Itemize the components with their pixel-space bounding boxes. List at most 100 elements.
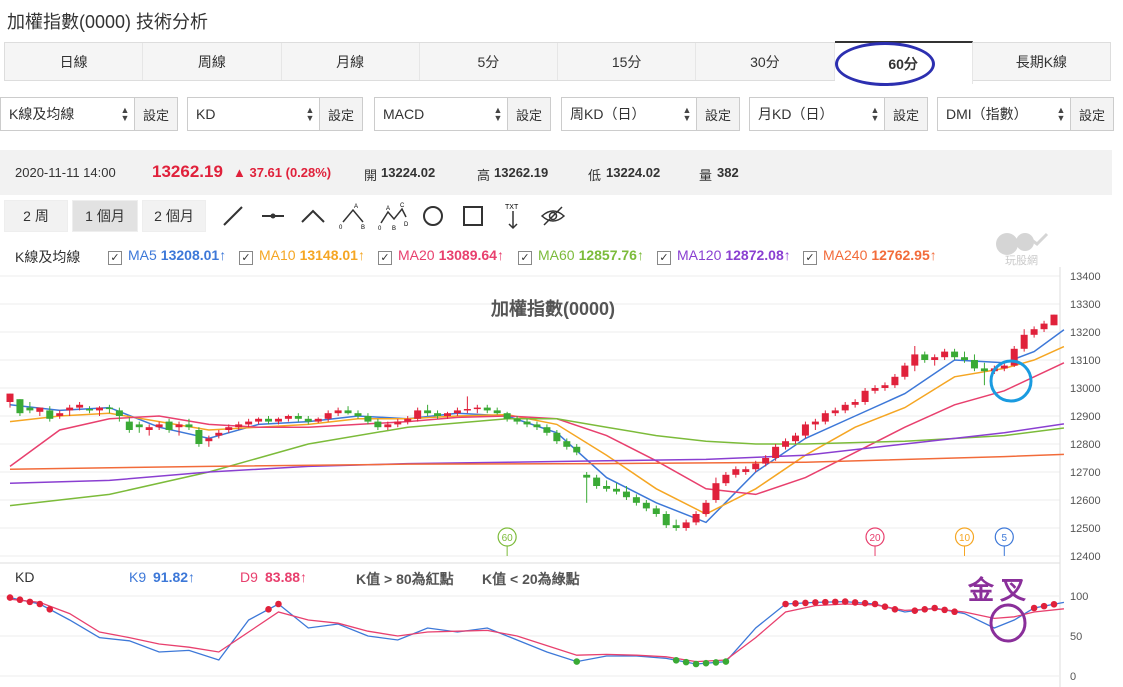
indicator-select-5[interactable]: DMI（指數） ▲ ▼ bbox=[937, 97, 1071, 131]
candle-body bbox=[374, 421, 382, 428]
line-tool-icon[interactable] bbox=[218, 202, 248, 230]
chart-title: 加權指數(0000) bbox=[490, 298, 615, 319]
kd-tick-label: 100 bbox=[1070, 591, 1088, 603]
svg-text:B: B bbox=[361, 225, 365, 230]
candle-body bbox=[294, 416, 302, 419]
candle-body bbox=[911, 354, 919, 366]
tab-3[interactable]: 5分 bbox=[420, 43, 558, 80]
tab-7[interactable]: 長期K線 bbox=[973, 43, 1110, 80]
kd-red-dot bbox=[911, 607, 919, 614]
checkbox-icon[interactable]: ✓ bbox=[803, 251, 817, 265]
candle-body bbox=[652, 508, 660, 514]
k9-label: K9 bbox=[129, 569, 147, 585]
kd-red-dot bbox=[1050, 600, 1058, 608]
select-value: KD bbox=[196, 106, 216, 122]
settings-button-1[interactable]: 設定 bbox=[319, 97, 363, 131]
tab-2[interactable]: 月線 bbox=[282, 43, 420, 80]
circle-tool-icon[interactable] bbox=[418, 202, 448, 230]
candle-body bbox=[791, 435, 799, 442]
candle-body bbox=[334, 410, 342, 414]
tab-0[interactable]: 日線 bbox=[5, 43, 144, 80]
candle-body bbox=[46, 410, 54, 419]
candle-body bbox=[583, 474, 591, 478]
kd-red-dot bbox=[921, 606, 929, 613]
candle-body bbox=[284, 416, 292, 419]
kd-red-dot bbox=[812, 599, 819, 606]
indicator-select-1[interactable]: KD ▲ ▼ bbox=[187, 97, 320, 131]
checkbox-icon[interactable]: ✓ bbox=[239, 251, 253, 265]
range-1-month[interactable]: 1 個月 bbox=[72, 200, 138, 232]
tab-4[interactable]: 15分 bbox=[558, 43, 697, 80]
candle-body bbox=[613, 488, 621, 492]
candle-body bbox=[961, 357, 969, 360]
watermark-text: 玩股網 bbox=[1005, 255, 1038, 267]
settings-button-4[interactable]: 設定 bbox=[884, 97, 928, 131]
candle-body bbox=[712, 483, 720, 500]
sort-arrows-icon: ▲ ▼ bbox=[1056, 105, 1066, 123]
candle-body bbox=[752, 463, 760, 470]
candle-body bbox=[732, 469, 740, 475]
ma-name: MA120 bbox=[677, 247, 722, 263]
settings-button-0[interactable]: 設定 bbox=[134, 97, 178, 131]
abc-pattern-icon[interactable]: A 0 B bbox=[338, 202, 368, 230]
rectangle-tool-icon[interactable] bbox=[458, 202, 488, 230]
kd-red-dot bbox=[881, 603, 889, 610]
checkbox-icon[interactable]: ✓ bbox=[108, 251, 122, 265]
ma-legend-item-ma60[interactable]: ✓ MA60 12857.76↑ bbox=[518, 247, 644, 265]
candle-body bbox=[354, 413, 362, 416]
settings-button-3[interactable]: 設定 bbox=[696, 97, 740, 131]
golden-cross-annotation: 金叉 bbox=[968, 576, 1033, 606]
abcd-pattern-icon[interactable]: A C 0 B D bbox=[378, 202, 408, 230]
candle-body bbox=[225, 427, 233, 430]
ma-legend-item-ma240[interactable]: ✓ MA240 12762.95↑ bbox=[803, 247, 937, 265]
kd-red-dot bbox=[891, 606, 899, 613]
candle-body bbox=[722, 474, 730, 484]
ma-legend-item-ma20[interactable]: ✓ MA20 13089.64↑ bbox=[378, 247, 504, 265]
candle-body bbox=[553, 432, 561, 442]
tab-5[interactable]: 30分 bbox=[696, 43, 835, 80]
kd-green-dot bbox=[712, 659, 720, 666]
ma-legend-item-ma120[interactable]: ✓ MA120 12872.08↑ bbox=[657, 247, 791, 265]
ma-value: 13208.01↑ bbox=[160, 247, 227, 263]
ma-legend-item-ma5[interactable]: ✓ MA5 13208.01↑ bbox=[108, 247, 226, 265]
quote-price: 13262.19 bbox=[152, 162, 223, 181]
quote-datetime: 2020-11-11 14:00 bbox=[15, 165, 116, 180]
svg-text:TXT: TXT bbox=[505, 204, 519, 211]
candle-body bbox=[941, 351, 949, 358]
ma-legend-item-ma10[interactable]: ✓ MA10 13148.01↑ bbox=[239, 247, 365, 265]
candle-body bbox=[513, 418, 521, 422]
settings-button-5[interactable]: 設定 bbox=[1070, 97, 1114, 131]
hide-drawings-icon[interactable] bbox=[538, 202, 568, 230]
candle-body bbox=[563, 441, 571, 447]
indicator-select-3[interactable]: 周KD（日） ▲ ▼ bbox=[561, 97, 697, 131]
angle-tool-icon[interactable] bbox=[298, 202, 328, 230]
indicator-select-2[interactable]: MACD ▲ ▼ bbox=[374, 97, 508, 131]
indicator-select-0[interactable]: K線及均線 ▲ ▼ bbox=[0, 97, 135, 131]
tab-1[interactable]: 周線 bbox=[143, 43, 282, 80]
indicator-select-4[interactable]: 月KD（日） ▲ ▼ bbox=[749, 97, 885, 131]
horizontal-line-icon[interactable] bbox=[258, 202, 288, 230]
ma-line-ma120 bbox=[9, 423, 1065, 484]
svg-text:D: D bbox=[404, 222, 408, 228]
checkbox-icon[interactable]: ✓ bbox=[657, 251, 671, 265]
cross-marker-label: 60 bbox=[502, 533, 514, 544]
select-value: DMI（指數） bbox=[946, 106, 1028, 122]
settings-button-2[interactable]: 設定 bbox=[507, 97, 551, 131]
range-2-months[interactable]: 2 個月 bbox=[142, 200, 206, 232]
ma-name: MA5 bbox=[128, 247, 157, 263]
tab-6[interactable]: 60分 bbox=[834, 41, 973, 84]
candle-body bbox=[384, 424, 392, 428]
range-2-weeks[interactable]: 2 周 bbox=[4, 200, 68, 232]
candle-body bbox=[76, 404, 84, 408]
text-tool-icon[interactable]: TXT bbox=[498, 202, 528, 230]
y-tick-label: 13100 bbox=[1070, 355, 1101, 367]
select-value: K線及均線 bbox=[9, 106, 75, 122]
ma-value: 12872.08↑ bbox=[725, 247, 791, 263]
select-value: 周KD（日） bbox=[570, 106, 646, 122]
candle-body bbox=[811, 421, 819, 425]
candle-body bbox=[970, 360, 978, 369]
checkbox-icon[interactable]: ✓ bbox=[378, 251, 392, 265]
candle-body bbox=[255, 418, 263, 422]
checkbox-icon[interactable]: ✓ bbox=[518, 251, 532, 265]
candle-body bbox=[115, 410, 123, 416]
